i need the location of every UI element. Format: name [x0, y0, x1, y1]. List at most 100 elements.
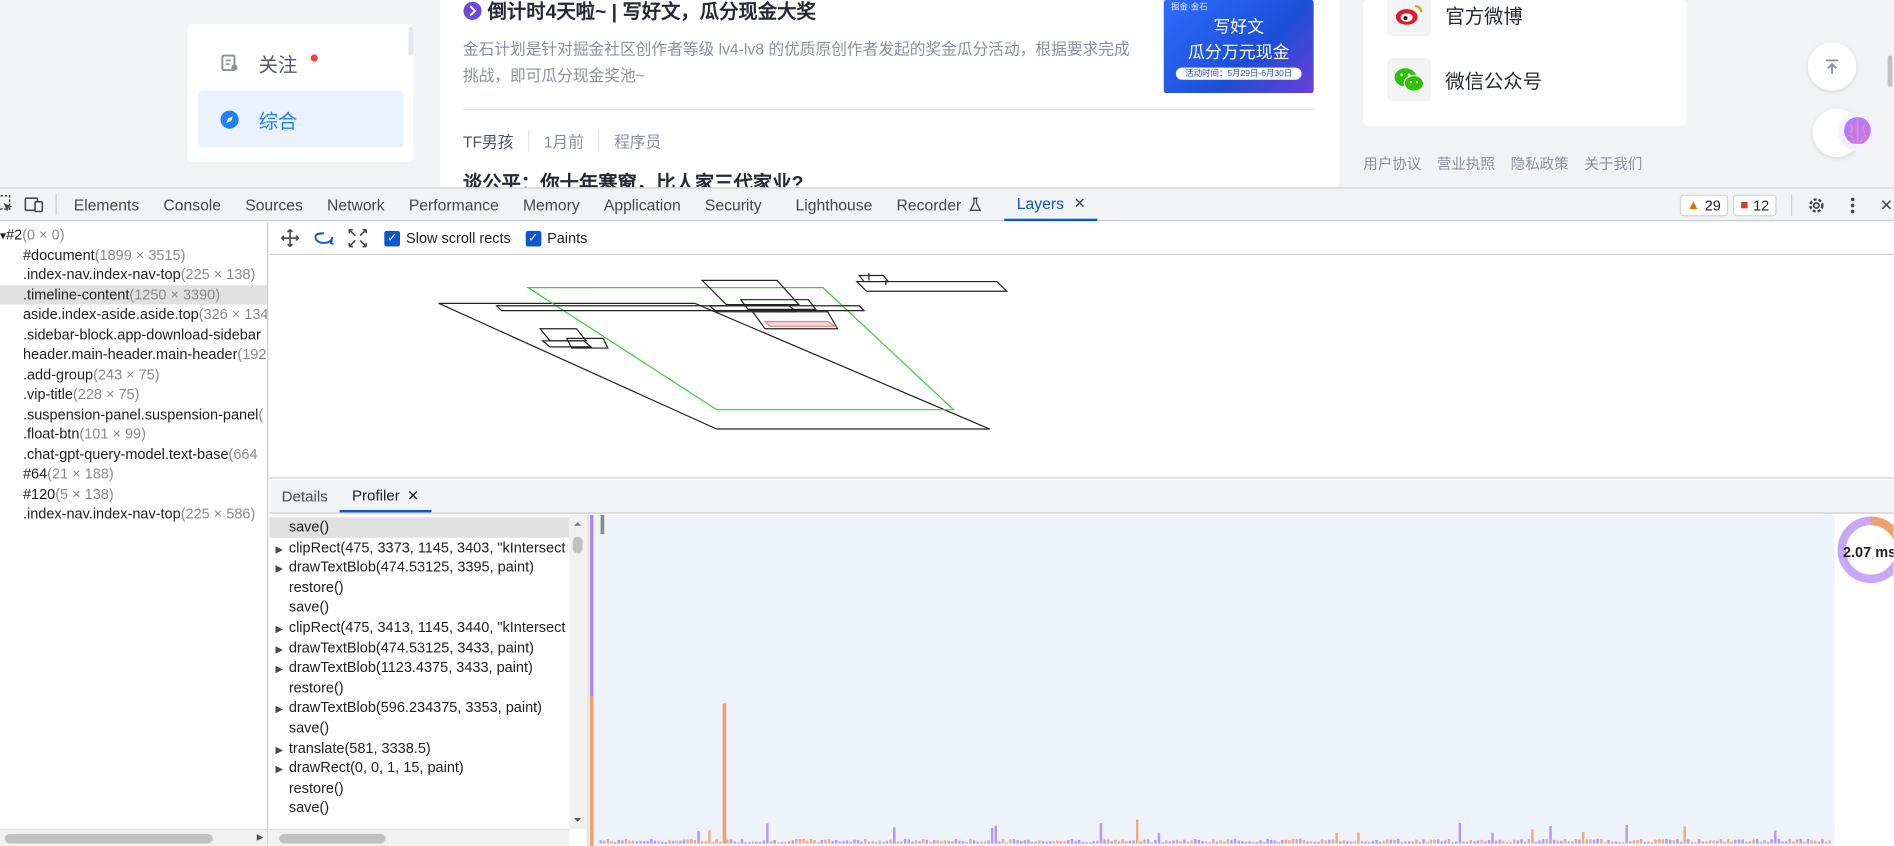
layer-tree-item[interactable]: .index-nav.index-nav-top(225 × 138)	[0, 265, 267, 285]
expand-triangle-icon[interactable]: ▶	[269, 640, 288, 658]
warnings-badge[interactable]: ▲ 29	[1679, 193, 1729, 216]
footer-link-terms[interactable]: 用户协议	[1363, 153, 1421, 174]
wechat-link[interactable]: 微信公众号	[1387, 58, 1542, 102]
paint-timeline-chart[interactable]	[589, 514, 1894, 846]
scroll-up-icon[interactable]	[569, 517, 586, 529]
layer-tree-item[interactable]: header.main-header.main-header(192	[0, 344, 267, 364]
expand-triangle-icon[interactable]: ▶	[269, 760, 288, 778]
rotate-mode-icon[interactable]	[307, 230, 341, 247]
layer-tree-root[interactable]: ▾#2(0 × 0)	[0, 225, 267, 245]
tab-layers[interactable]: Layers ✕	[1004, 187, 1098, 222]
layers-3d-view[interactable]	[269, 256, 1894, 479]
selection-handle-right[interactable]	[600, 514, 605, 535]
paint-bar	[755, 841, 758, 844]
layers-3d-canvas[interactable]	[269, 256, 1893, 478]
tab-sources[interactable]: Sources	[233, 187, 315, 221]
layer-tree-item[interactable]: .chat-gpt-query-model.text-base(664	[0, 444, 267, 464]
footer-link-license[interactable]: 营业执照	[1437, 153, 1495, 174]
tab-recorder[interactable]: Recorder	[884, 187, 995, 221]
paint-bar	[1784, 841, 1788, 844]
layer-tree-item[interactable]: .timeline-content(1250 × 3390)	[0, 284, 268, 305]
paint-command-row[interactable]: ▶ translate(581, 3338.5)	[269, 738, 569, 758]
more-options-icon[interactable]	[1838, 190, 1867, 219]
nav-item-general[interactable]: 综合	[198, 90, 404, 148]
paint-profiler-timeline[interactable]: 2.07 ms	[589, 514, 1894, 846]
slow-scroll-rects-checkbox[interactable]: ✓ Slow scroll rects	[384, 230, 511, 247]
layer-tree-item[interactable]: .sidebar-block.app-download-sidebar	[0, 324, 267, 344]
nav-scrollbar[interactable]	[408, 26, 414, 56]
settings-gear-icon[interactable]	[1802, 190, 1831, 219]
close-devtools-icon[interactable]: ✕	[1872, 190, 1894, 219]
log-horizontal-scroll-thumb[interactable]	[279, 833, 386, 844]
inspect-element-icon[interactable]	[0, 190, 19, 219]
paint-command-row[interactable]: save()	[269, 517, 570, 538]
errors-badge[interactable]: ■ 12	[1732, 193, 1777, 216]
expand-triangle-icon[interactable]: ▶	[269, 700, 288, 718]
tree-horizontal-scrollbar[interactable]: ▸	[0, 829, 268, 846]
paint-command-row[interactable]: ▶ drawTextBlob(1123.4375, 3433, paint)	[269, 658, 569, 678]
expand-triangle-icon[interactable]: ▶	[269, 560, 288, 578]
paint-command-row[interactable]: save()	[269, 718, 569, 738]
expand-triangle-icon[interactable]: ▶	[269, 540, 288, 558]
log-horizontal-scrollbar[interactable]	[269, 829, 570, 846]
paint-bar	[791, 840, 794, 844]
device-toolbar-icon[interactable]	[19, 190, 48, 219]
footer-link-privacy[interactable]: 隐私政策	[1511, 153, 1569, 174]
paint-command-row[interactable]: ▶ drawTextBlob(596.234375, 3353, paint)	[269, 698, 569, 718]
tree-scroll-thumb[interactable]	[4, 833, 213, 844]
feed-author[interactable]: TF男孩	[463, 129, 528, 152]
scroll-right-icon[interactable]: ▸	[257, 829, 264, 845]
scroll-down-icon[interactable]	[569, 815, 586, 827]
paint-command-row[interactable]: ▶ clipRect(475, 3373, 1145, 3403, "kInter…	[269, 537, 569, 557]
close-tab-icon[interactable]: ✕	[407, 486, 419, 503]
layer-tree-item[interactable]: .add-group(243 × 75)	[0, 364, 267, 384]
tab-security[interactable]: Security	[693, 187, 774, 221]
tab-console[interactable]: Console	[151, 187, 233, 221]
tab-network-label: Network	[327, 195, 385, 214]
feed-category[interactable]: 程序员	[598, 129, 675, 153]
back-to-top-button[interactable]	[1807, 42, 1857, 91]
paint-command-row[interactable]: restore()	[269, 778, 569, 798]
log-vertical-scroll-thumb[interactable]	[572, 536, 583, 554]
page-scrollbar[interactable]	[1887, 55, 1893, 88]
paint-command-row[interactable]: save()	[269, 798, 569, 818]
tab-memory[interactable]: Memory	[511, 187, 592, 221]
close-tab-icon[interactable]: ✕	[1074, 195, 1086, 212]
paint-command-row[interactable]: ▶ drawTextBlob(474.53125, 3395, paint)	[269, 557, 569, 577]
pan-mode-icon[interactable]	[273, 228, 307, 248]
reset-view-icon[interactable]	[341, 228, 375, 248]
paint-command-row[interactable]: save()	[269, 597, 569, 617]
layer-tree-item[interactable]: .index-nav.index-nav-top(225 × 586)	[0, 504, 267, 524]
paint-command-row[interactable]: ▶ drawTextBlob(474.53125, 3433, paint)	[269, 638, 569, 658]
feed-item-title[interactable]: 倒计时4天啦~ | 写好文，瓜分现金大奖	[463, 0, 816, 24]
layer-tree-item[interactable]: #document(1899 × 3515)	[0, 245, 267, 265]
nav-item-follow[interactable]: 关注	[198, 34, 403, 91]
paint-command-row[interactable]: ▶ clipRect(475, 3413, 1145, 3440, "kInter…	[269, 618, 569, 638]
tab-elements[interactable]: Elements	[62, 187, 152, 221]
feed-item-title-2[interactable]: 谈公平：你十年寒窗，比人家三代家业?	[463, 167, 804, 187]
feed-ad-banner[interactable]: 掘金·金石 写好文 瓜分万元现金 活动时间：5月29日-6月30日	[1163, 0, 1314, 94]
paint-command-row[interactable]: restore()	[269, 577, 569, 597]
layer-tree-item[interactable]: #64(21 × 188)	[0, 464, 267, 484]
paint-command-row[interactable]: restore()	[269, 678, 569, 698]
expand-triangle-icon[interactable]: ▶	[269, 620, 288, 638]
ai-assistant-icon[interactable]	[1835, 111, 1881, 152]
tab-network[interactable]: Network	[315, 187, 397, 221]
weibo-link[interactable]: 官方微博	[1387, 0, 1523, 37]
tab-application[interactable]: Application	[592, 187, 693, 221]
tab-performance[interactable]: Performance	[397, 187, 511, 221]
tab-lighthouse[interactable]: Lighthouse	[783, 187, 884, 221]
tab-profiler[interactable]: Profiler ✕	[339, 480, 432, 513]
tab-details[interactable]: Details	[269, 480, 339, 513]
paints-checkbox[interactable]: ✓ Paints	[525, 230, 587, 247]
paint-command-row[interactable]: ▶ drawRect(0, 0, 1, 15, paint)	[269, 758, 569, 778]
footer-link-about[interactable]: 关于我们	[1584, 153, 1642, 174]
layer-tree-item[interactable]: .vip-title(228 × 75)	[0, 384, 267, 404]
layer-tree-item[interactable]: aside.index-aside.aside.top(326 × 134	[0, 305, 267, 325]
log-vertical-scrollbar[interactable]	[569, 514, 587, 830]
layer-tree-item[interactable]: #120(5 × 138)	[0, 484, 267, 504]
expand-triangle-icon[interactable]: ▶	[269, 660, 288, 678]
layer-tree-item[interactable]: .suspension-panel.suspension-panel(	[0, 404, 267, 424]
layer-tree-item[interactable]: .float-btn(101 × 99)	[0, 424, 267, 444]
expand-triangle-icon[interactable]: ▶	[269, 740, 288, 758]
